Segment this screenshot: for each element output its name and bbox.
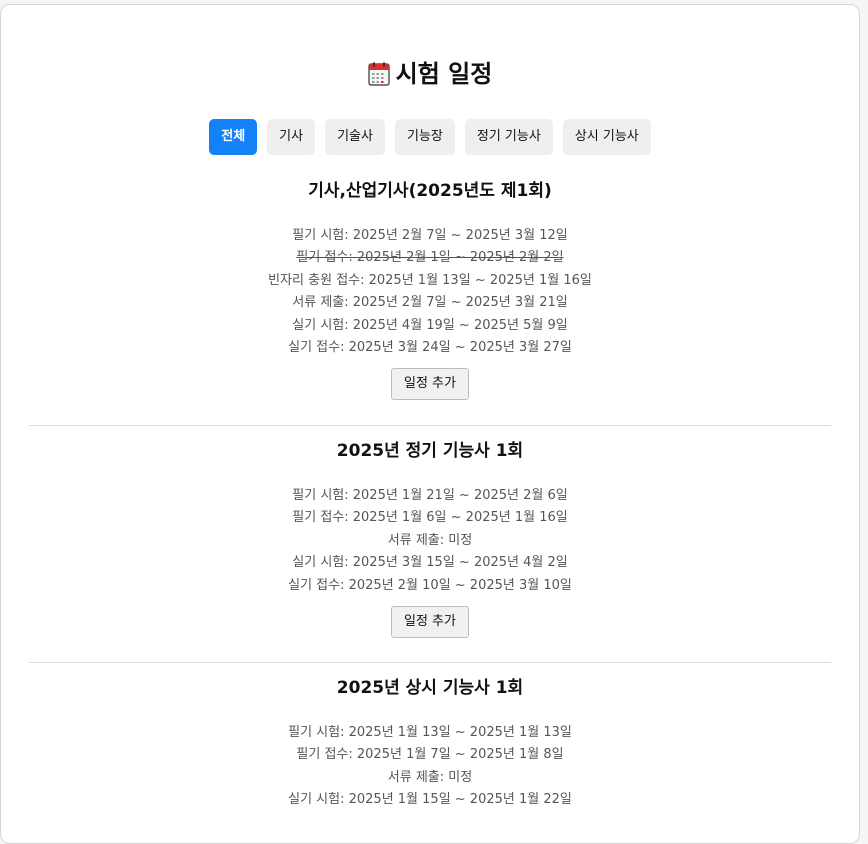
tab-always-gineungsa[interactable]: 상시 기능사 — [562, 119, 651, 155]
tab-regular-gineungsa[interactable]: 정기 기능사 — [464, 119, 553, 155]
section-divider — [29, 662, 831, 663]
schedule-line: 서류 제출: 미정 — [387, 769, 473, 785]
schedule-line: 실기 시험: 2025년 4월 19일 ~ 2025년 5월 9일 — [292, 317, 568, 333]
schedule-list: 필기 시험: 2025년 1월 21일 ~ 2025년 2월 6일 필기 접수:… — [29, 485, 831, 597]
schedule-line: 필기 접수: 2025년 1월 6일 ~ 2025년 1월 16일 — [292, 510, 568, 526]
schedule-line: 실기 시험: 2025년 3월 15일 ~ 2025년 4월 2일 — [292, 555, 568, 571]
schedule-line: 실기 접수: 2025년 2월 10일 ~ 2025년 3월 10일 — [288, 577, 572, 593]
schedule-card: 시험 일정 전체 기사 기술사 기능장 정기 기능사 상시 기능사 기사,산업기… — [0, 4, 860, 844]
section-title: 2025년 상시 기능사 1회 — [336, 678, 524, 698]
add-schedule-button[interactable]: 일정 추가 — [391, 606, 469, 639]
schedule-line: 필기 시험: 2025년 1월 13일 ~ 2025년 1월 13일 — [288, 725, 572, 740]
schedule-line: 실기 접수: 2025년 3월 24일 ~ 2025년 3월 27일 — [288, 340, 572, 356]
filter-tabs: 전체 기사 기술사 기능장 정기 기능사 상시 기능사 — [1, 119, 859, 155]
section-title: 기사,산업기사(2025년도 제1회) — [308, 181, 552, 201]
tab-gisa[interactable]: 기사 — [267, 119, 316, 155]
tab-all[interactable]: 전체 — [209, 119, 258, 155]
schedule-line: 실기 시험: 2025년 1월 15일 ~ 2025년 1월 22일 — [288, 792, 572, 808]
page-title: 시험 일정 — [395, 60, 493, 88]
exam-section: 기사,산업기사(2025년도 제1회) 필기 시험: 2025년 2월 7일 ~… — [29, 179, 831, 401]
tab-gisulsa[interactable]: 기술사 — [325, 119, 385, 155]
schedule-line: 서류 제출: 미정 — [387, 532, 473, 548]
schedule-line: 필기 접수: 2025년 2월 1일 ~ 2025년 2월 2일 — [296, 250, 564, 266]
schedule-line: 서류 제출: 2025년 2월 7일 ~ 2025년 3월 21일 — [292, 295, 568, 311]
exam-section: 2025년 상시 기능사 1회 필기 시험: 2025년 1월 13일 ~ 20… — [29, 676, 831, 812]
schedule-line: 필기 시험: 2025년 2월 7일 ~ 2025년 3월 12일 — [292, 228, 568, 243]
page-title-row: 시험 일정 — [1, 57, 859, 91]
tab-gineungjang[interactable]: 기능장 — [394, 119, 455, 155]
schedule-line: 필기 시험: 2025년 1월 21일 ~ 2025년 2월 6일 — [292, 488, 568, 503]
exam-section: 2025년 정기 기능사 1회 필기 시험: 2025년 1월 21일 ~ 20… — [29, 439, 831, 639]
schedule-line: 빈자리 충원 접수: 2025년 1월 13일 ~ 2025년 1월 16일 — [268, 272, 592, 288]
section-title: 2025년 정기 기능사 1회 — [336, 441, 524, 461]
add-schedule-button[interactable]: 일정 추가 — [391, 368, 469, 401]
schedule-list: 필기 시험: 2025년 1월 13일 ~ 2025년 1월 13일 필기 접수… — [29, 722, 831, 812]
schedule-list: 필기 시험: 2025년 2월 7일 ~ 2025년 3월 12일 필기 접수:… — [29, 225, 831, 359]
schedule-line: 필기 접수: 2025년 1월 7일 ~ 2025년 1월 8일 — [296, 747, 564, 763]
section-divider — [29, 425, 831, 426]
calendar-icon — [368, 62, 390, 86]
